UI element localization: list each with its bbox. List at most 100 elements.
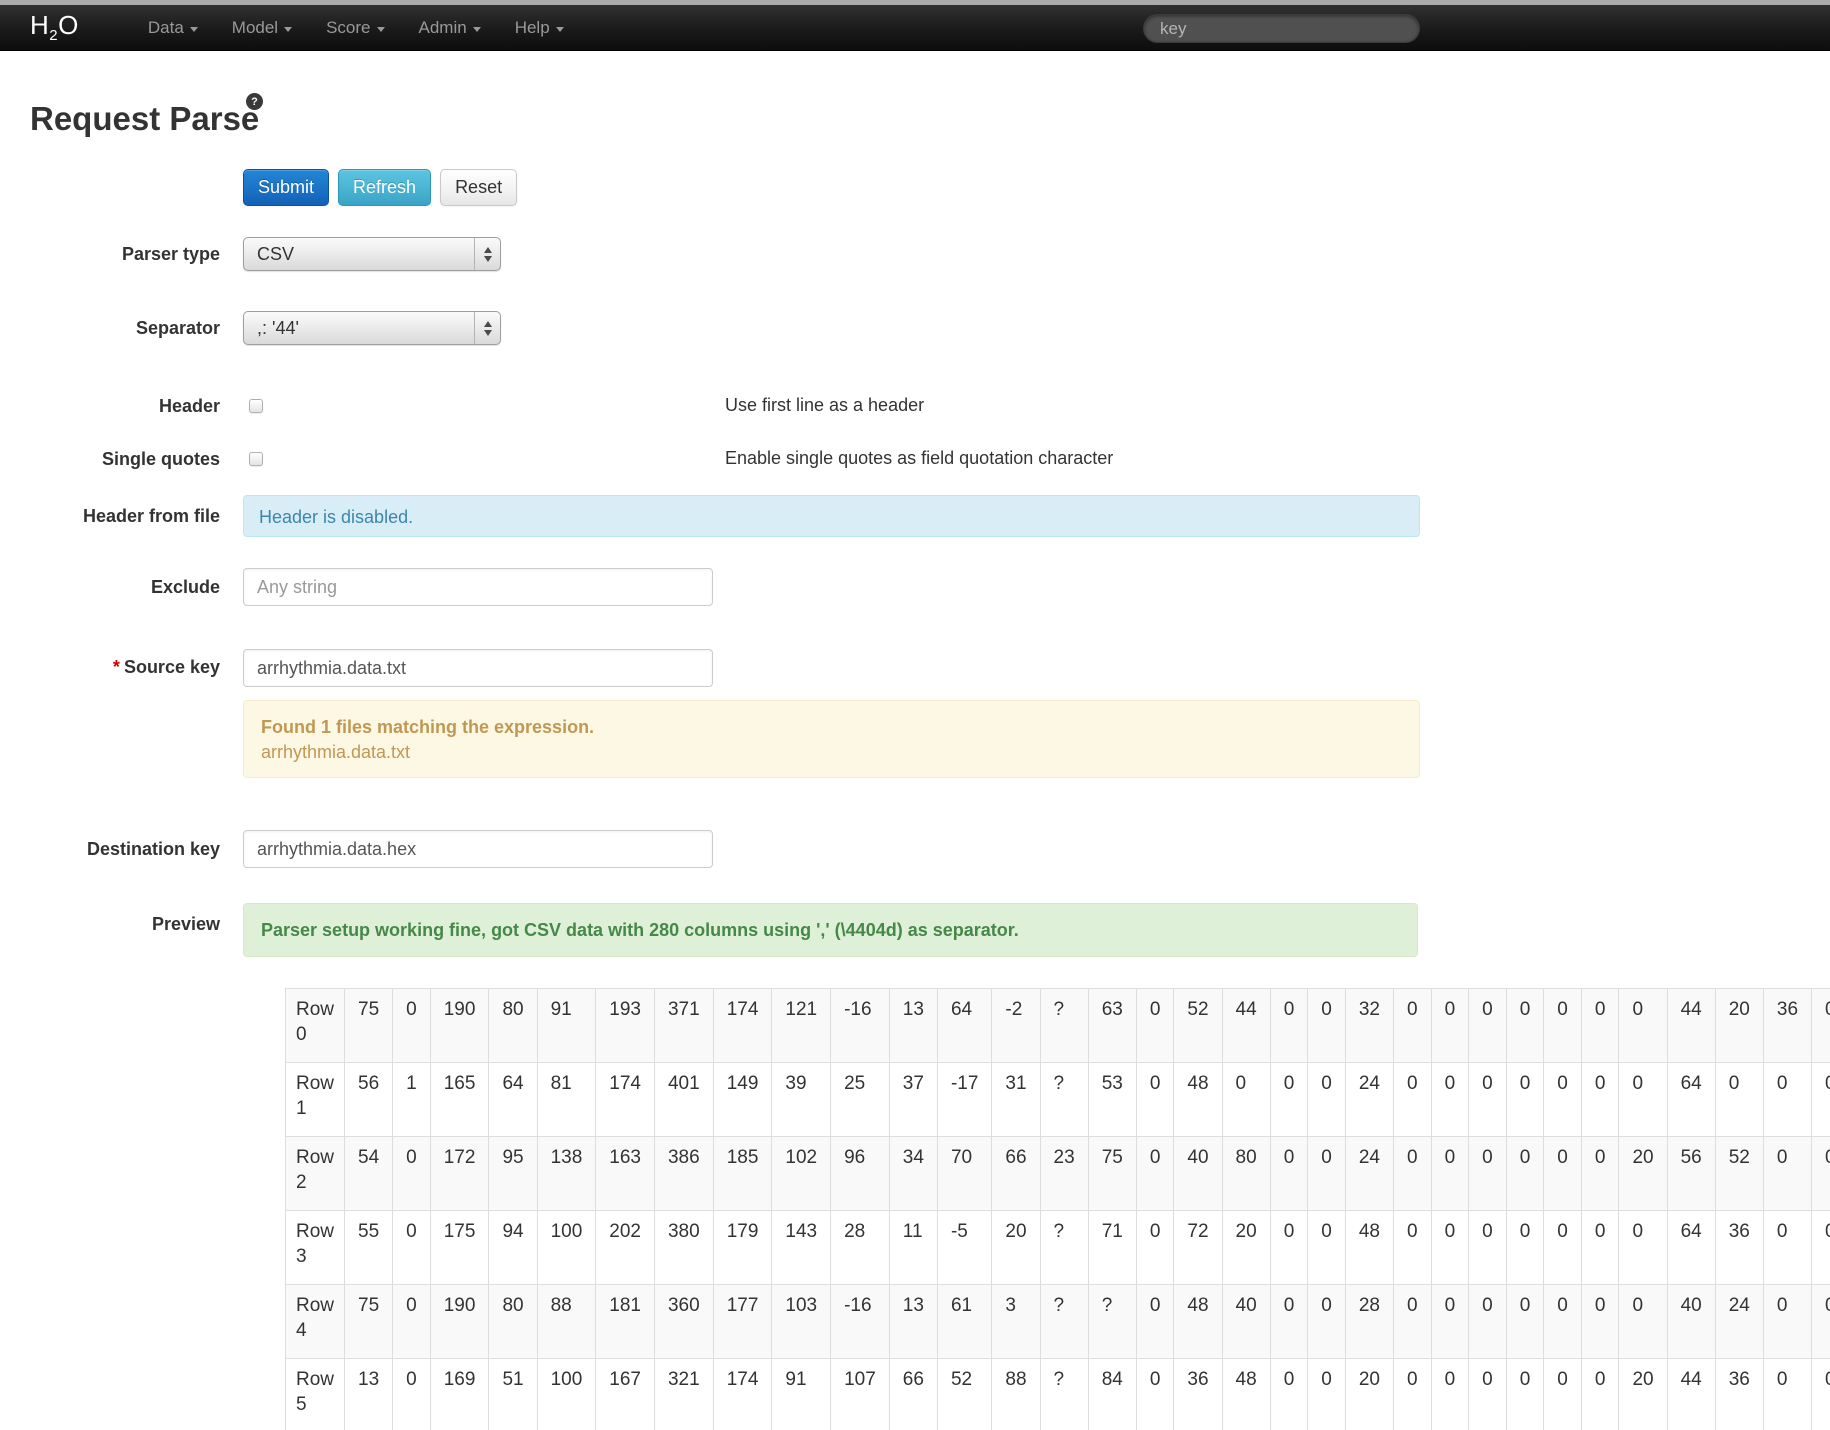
table-cell: ? — [1087, 1284, 1137, 1359]
header-from-file-label: Header from file — [82, 506, 220, 526]
table-cell: 0 — [1430, 988, 1470, 1063]
nav-item-label: Help — [514, 17, 550, 37]
table-cell: 380 — [653, 1210, 714, 1285]
table-cell: 175 — [429, 1210, 490, 1285]
table-cell: 13 — [888, 1284, 938, 1359]
table-cell: 0 — [1468, 1358, 1507, 1430]
table-cell: 0 — [1811, 988, 1830, 1063]
table-cell: 0 — [1430, 1062, 1470, 1137]
table-cell: 0 — [1580, 1284, 1620, 1359]
single-quotes-label: Single quotes — [101, 449, 220, 469]
table-row: Row 1 56 1 165 64 81 174 401 149 39 25 37 -17 31? 53 0 4… — [284, 1062, 1830, 1137]
table-cell: 0 — [1269, 1358, 1309, 1430]
table-row: Row 2 54 0 172 95 138 163 386 185 102 96 34 70 66 23 75… — [284, 1136, 1830, 1211]
table-cell: 53 — [1087, 1062, 1137, 1137]
refresh-button[interactable]: Refresh — [338, 169, 432, 206]
table-cell: ? — [1039, 1062, 1089, 1137]
nav-item-admin[interactable]: Admin — [402, 6, 498, 50]
table-cell: 24 — [1344, 1136, 1394, 1211]
table-cell: 44 — [1666, 988, 1716, 1063]
table-cell: 0 — [1392, 1062, 1432, 1137]
table-cell: 185 — [712, 1136, 773, 1211]
table-cell: 0 — [1392, 1358, 1432, 1430]
exclude-input[interactable] — [243, 568, 713, 606]
table-cell: 0 — [392, 1284, 431, 1359]
h2o-logo[interactable]: H2O — [30, 10, 79, 44]
reset-button[interactable]: Reset — [440, 169, 518, 206]
exclude-label: Exclude — [150, 577, 220, 597]
single-quotes-description: Enable single quotes as field quotation … — [725, 448, 1114, 468]
header-checkbox[interactable] — [249, 399, 263, 413]
nav-item-help[interactable]: Help — [498, 6, 581, 50]
table-cell: 0 — [1135, 1062, 1175, 1137]
table-row: Row 3 55 0 175 94 100 202 380 179 143 28 11 -5 20? 71 0… — [284, 1210, 1830, 1285]
table-cell: 0 — [1430, 1210, 1470, 1285]
table-cell: 40 — [1173, 1136, 1223, 1211]
nav-item-score[interactable]: Score — [309, 6, 401, 50]
row-label: Row 4 — [284, 1284, 346, 1359]
page-title: Request Parse — [30, 100, 260, 137]
table-cell: 0 — [1269, 1284, 1309, 1359]
parser-type-label: Parser type — [121, 244, 220, 264]
table-cell: 20 — [991, 1210, 1041, 1285]
table-cell: 149 — [712, 1062, 773, 1137]
table-cell: 3 — [991, 1284, 1041, 1359]
table-cell: 0 — [392, 1358, 431, 1430]
caret-down-icon — [189, 26, 198, 32]
preview-message: Parser setup working fine, got CSV data … — [243, 903, 1418, 957]
separator-label: Separator — [135, 318, 220, 338]
table-cell: 107 — [830, 1358, 890, 1430]
table-cell: 32 — [1344, 988, 1394, 1063]
nav-item-model[interactable]: Model — [215, 6, 309, 50]
table-cell: 174 — [595, 1062, 655, 1137]
table-cell: 0 — [1505, 1062, 1545, 1137]
table-row: Row 5 13 0 169 51 100 167 321 174 91 107 66 52 88? 84 0… — [284, 1358, 1830, 1430]
table-cell: ? — [1039, 1210, 1089, 1285]
single-quotes-checkbox[interactable] — [249, 452, 263, 466]
preview-label: Preview — [151, 914, 220, 934]
table-cell: 96 — [830, 1136, 890, 1211]
table-cell: 193 — [595, 988, 655, 1063]
table-cell: 40 — [1221, 1284, 1271, 1359]
table-cell: 321 — [653, 1358, 714, 1430]
table-cell: 0 — [1580, 1062, 1620, 1137]
table-cell: -2 — [991, 988, 1041, 1063]
table-cell: 23 — [1039, 1136, 1089, 1211]
help-icon[interactable]: ? — [246, 93, 263, 110]
table-cell: 0 — [1392, 988, 1432, 1063]
table-cell: 202 — [595, 1210, 655, 1285]
submit-button[interactable]: Submit — [243, 169, 330, 206]
source-key-label: * Source key — [112, 657, 220, 677]
table-cell: 0 — [1269, 1062, 1309, 1137]
row-label: Row 5 — [284, 1358, 346, 1430]
table-cell: 0 — [1392, 1284, 1432, 1359]
table-cell: 1 — [392, 1062, 431, 1137]
table-cell: 72 — [1173, 1210, 1223, 1285]
table-cell: 64 — [488, 1062, 538, 1137]
parser-type-select[interactable]: CSV — [243, 237, 501, 271]
table-cell: 28 — [830, 1210, 890, 1285]
table-cell: 0 — [1580, 988, 1620, 1063]
table-cell: 0 — [1618, 1284, 1668, 1359]
table-cell: 190 — [429, 988, 490, 1063]
table-cell: 95 — [488, 1136, 538, 1211]
table-cell: 0 — [392, 1210, 431, 1285]
nav-item-data[interactable]: Data — [131, 6, 215, 50]
table-cell: 0 — [1505, 1358, 1545, 1430]
table-cell: 61 — [936, 1284, 993, 1359]
select-stepper-icon — [474, 238, 500, 270]
search-input[interactable] — [1143, 14, 1420, 43]
separator-select[interactable]: ,: '44' — [243, 311, 501, 345]
table-cell: ? — [1039, 988, 1089, 1063]
table-cell: 0 — [1307, 1136, 1346, 1211]
header-description: Use first line as a header — [725, 395, 925, 415]
source-key-input[interactable] — [243, 649, 713, 687]
destination-key-input[interactable] — [243, 830, 713, 868]
table-cell: 80 — [488, 988, 538, 1063]
table-cell: 0 — [1580, 1358, 1620, 1430]
table-cell: 0 — [1811, 1284, 1830, 1359]
table-cell: 94 — [488, 1210, 538, 1285]
table-cell: 0 — [1135, 988, 1175, 1063]
table-cell: 0 — [1714, 1062, 1764, 1137]
table-row: Row 4 75 0 190 80 88 181 360 177 103 -16 13 61 3?? 0 48… — [284, 1284, 1830, 1359]
